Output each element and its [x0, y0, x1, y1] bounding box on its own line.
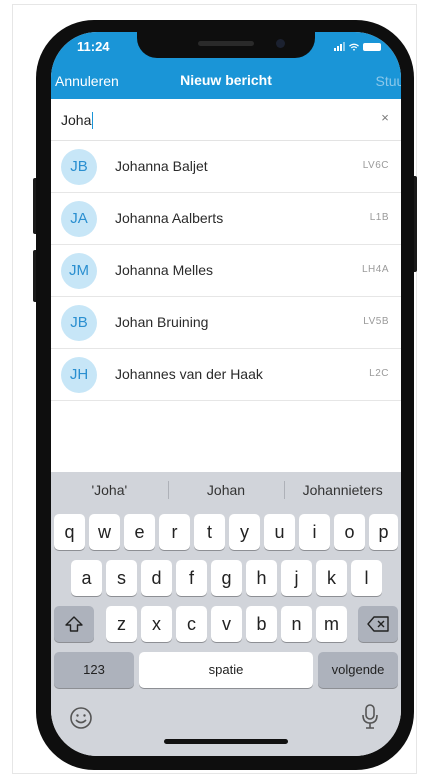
avatar: JA: [61, 201, 97, 237]
key-p[interactable]: p: [369, 514, 398, 550]
keyboard: 'Joha' Johan Johannieters q w e r t y u …: [51, 472, 401, 756]
camera: [276, 39, 285, 48]
signal-icon: [334, 42, 345, 51]
list-item[interactable]: JA Johanna Aalberts L1B: [51, 193, 401, 245]
key-f[interactable]: f: [176, 560, 207, 596]
numbers-key[interactable]: 123: [54, 652, 134, 688]
key-k[interactable]: k: [316, 560, 347, 596]
suggestion-item[interactable]: Johannieters: [284, 472, 401, 508]
contact-code: LH4A: [361, 264, 389, 275]
key-d[interactable]: d: [141, 560, 172, 596]
contact-code: LV5B: [363, 316, 389, 327]
contact-code: LV6C: [362, 160, 389, 171]
status-icons: [334, 42, 381, 51]
avatar: JB: [61, 305, 97, 341]
key-q[interactable]: q: [54, 514, 85, 550]
key-r[interactable]: r: [159, 514, 190, 550]
key-n[interactable]: n: [281, 606, 312, 642]
contact-code: L2C: [369, 368, 389, 379]
backspace-icon: [367, 616, 389, 632]
clear-icon[interactable]: ×: [377, 110, 393, 128]
notch: [137, 32, 315, 58]
send-button[interactable]: Stuur: [376, 73, 401, 89]
key-m[interactable]: m: [316, 606, 347, 642]
recipient-results-list: JB Johanna Baljet LV6C JA Johanna Aalber…: [51, 141, 401, 401]
avatar: JH: [61, 357, 97, 393]
list-item[interactable]: JH Johannes van der Haak L2C: [51, 349, 401, 401]
key-w[interactable]: w: [89, 514, 120, 550]
text-cursor: [92, 112, 93, 129]
key-l[interactable]: l: [351, 560, 382, 596]
suggestion-bar: 'Joha' Johan Johannieters: [51, 472, 401, 508]
microphone-icon[interactable]: [361, 704, 379, 730]
recipient-search-input[interactable]: [61, 109, 361, 131]
contact-name: Johanna Melles: [115, 262, 214, 278]
contact-name: Johannes van der Haak: [115, 366, 263, 382]
wifi-icon: [349, 43, 359, 51]
key-g[interactable]: g: [211, 560, 242, 596]
emoji-icon[interactable]: [69, 706, 93, 730]
key-x[interactable]: x: [141, 606, 172, 642]
list-item[interactable]: JB Johanna Baljet LV6C: [51, 141, 401, 193]
cancel-button[interactable]: Annuleren: [55, 73, 119, 89]
avatar: JB: [61, 149, 97, 185]
home-indicator[interactable]: [164, 739, 288, 744]
phone-frame: 11:24 Annuleren Nieuw bericht Stuur: [36, 20, 414, 770]
contact-code: L1B: [369, 212, 389, 223]
key-z[interactable]: z: [106, 606, 137, 642]
key-o[interactable]: o: [334, 514, 365, 550]
key-u[interactable]: u: [264, 514, 295, 550]
contact-name: Johanna Baljet: [115, 158, 208, 174]
contact-name: Johanna Aalberts: [115, 210, 224, 226]
next-key[interactable]: volgende: [318, 652, 398, 688]
contact-name: Johan Bruining: [115, 314, 209, 330]
suggestion-item[interactable]: 'Joha': [51, 472, 168, 508]
key-i[interactable]: i: [299, 514, 330, 550]
key-s[interactable]: s: [106, 560, 137, 596]
app-header: 11:24 Annuleren Nieuw bericht Stuur: [51, 32, 401, 99]
key-a[interactable]: a: [71, 560, 102, 596]
key-b[interactable]: b: [246, 606, 277, 642]
avatar: JM: [61, 253, 97, 289]
key-j[interactable]: j: [281, 560, 312, 596]
key-v[interactable]: v: [211, 606, 242, 642]
key-t[interactable]: t: [194, 514, 225, 550]
key-h[interactable]: h: [246, 560, 277, 596]
key-e[interactable]: e: [124, 514, 155, 550]
key-c[interactable]: c: [176, 606, 207, 642]
status-time: 11:24: [77, 39, 110, 54]
space-key[interactable]: spatie: [139, 652, 313, 688]
backspace-key[interactable]: [358, 606, 398, 642]
shift-icon: [65, 616, 83, 632]
phone-screen: 11:24 Annuleren Nieuw bericht Stuur: [51, 32, 401, 756]
list-item[interactable]: JB Johan Bruining LV5B: [51, 297, 401, 349]
shift-key[interactable]: [54, 606, 94, 642]
recipient-search-row: ×: [51, 99, 401, 141]
list-item[interactable]: JM Johanna Melles LH4A: [51, 245, 401, 297]
key-y[interactable]: y: [229, 514, 260, 550]
suggestion-item[interactable]: Johan: [167, 472, 285, 508]
speaker: [198, 41, 254, 46]
battery-icon: [363, 42, 381, 51]
